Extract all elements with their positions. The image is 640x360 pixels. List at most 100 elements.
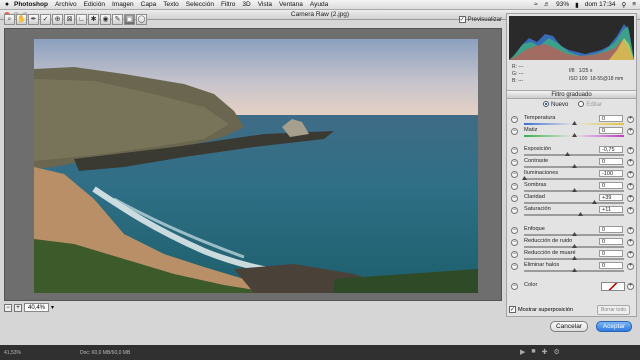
increase-icon[interactable]: + [627,171,634,178]
menu-ventana[interactable]: Ventana [279,1,303,8]
slider-claridad[interactable]: − Claridad +39 + [511,194,635,206]
decrease-icon[interactable]: − [511,183,518,190]
show-overlay-checkbox[interactable]: ✓ Mostrar superposición [509,306,573,313]
slider-reduccion-ruido[interactable]: − Reducción de ruido 0 + [511,238,635,250]
color-swatch[interactable] [601,282,625,291]
menu-clock[interactable]: dom 17:34 [585,1,616,8]
clear-all-button[interactable]: Borrar todo [597,305,631,315]
slider-value-field[interactable]: -100 [599,170,623,177]
slider-sombras[interactable]: − Sombras 0 + [511,182,635,194]
decrease-icon[interactable]: − [511,251,518,258]
slider-temperatura[interactable]: − Temperatura 0 + [511,115,635,127]
decrease-icon[interactable]: − [511,128,518,135]
increase-icon[interactable]: + [627,159,634,166]
timeline-settings-icon[interactable]: ⚙ [554,348,560,356]
decrease-icon[interactable]: − [511,195,518,202]
slider-value-field[interactable]: 0 [599,127,623,134]
slider-value-field[interactable]: 0 [599,115,623,122]
increase-icon[interactable]: + [627,128,634,135]
mode-new-radio[interactable]: Nuevo [543,101,568,108]
slider-exposicion[interactable]: − Exposición -0,75 + [511,146,635,158]
menu-archivo[interactable]: Archivo [55,1,77,8]
menu-ayuda[interactable]: Ayuda [310,1,328,8]
menu-imagen[interactable]: Imagen [112,1,134,8]
decrease-icon[interactable]: − [511,239,518,246]
increase-icon[interactable]: + [627,207,634,214]
increase-icon[interactable]: + [627,195,634,202]
menu-texto[interactable]: Texto [163,1,179,8]
slider-value-field[interactable]: 0 [599,238,623,245]
slider-contraste[interactable]: − Contraste 0 + [511,158,635,170]
zoom-out-button[interactable]: − [4,303,12,312]
crop-tool-icon[interactable]: ⊠ [64,14,75,25]
graduated-filter-tool-icon[interactable]: ▣ [124,14,135,25]
spot-removal-tool-icon[interactable]: ✱ [88,14,99,25]
red-eye-tool-icon[interactable]: ◉ [100,14,111,25]
list-icon[interactable]: ≡ [632,1,636,8]
slider-value-field[interactable]: +39 [599,194,623,201]
decrease-icon[interactable]: − [511,171,518,178]
increase-icon[interactable]: + [627,283,634,290]
zoom-dropdown-icon[interactable]: ▾ [51,304,54,311]
timeline-play-icon[interactable]: ▶ [520,348,525,356]
photo-preview[interactable] [34,39,478,293]
slider-matiz[interactable]: − Matiz 0 + [511,127,635,139]
battery-percent[interactable]: 93% [556,1,569,8]
hand-tool-icon[interactable]: ✋ [16,14,27,25]
timeline-stop-icon[interactable]: ■ [531,348,535,356]
slider-eliminar-halos[interactable]: − Eliminar halos 0 + [511,262,635,274]
wifi-icon[interactable]: ≈ [534,1,538,8]
menu-vista[interactable]: Vista [258,1,272,8]
slider-reduccion-muare[interactable]: − Reducción de muaré 0 + [511,250,635,262]
decrease-icon[interactable]: − [511,207,518,214]
slider-track[interactable] [524,178,624,180]
slider-track[interactable] [524,202,624,204]
zoom-in-button[interactable]: + [14,303,22,312]
slider-track[interactable] [524,154,624,156]
slider-value-field[interactable]: 0 [599,158,623,165]
increase-icon[interactable]: + [627,116,634,123]
decrease-icon[interactable]: − [511,116,518,123]
decrease-icon[interactable]: − [511,147,518,154]
slider-iluminaciones[interactable]: − Iluminaciones -100 + [511,170,635,182]
menu-filtro[interactable]: Filtro [221,1,235,8]
slider-value-field[interactable]: 0 [599,250,623,257]
battery-icon[interactable]: ▮ [575,1,579,9]
slider-value-field[interactable]: -0,75 [599,146,623,153]
slider-track[interactable] [524,214,624,216]
timeline-add-icon[interactable]: ✚ [542,348,548,356]
volume-icon[interactable]: ♬ [544,1,551,8]
slider-value-field[interactable]: 0 [599,226,623,233]
decrease-icon[interactable]: − [511,283,518,290]
increase-icon[interactable]: + [627,147,634,154]
straighten-tool-icon[interactable]: ∟ [76,14,87,25]
menu-app-name[interactable]: Photoshop [14,1,48,8]
slider-value-field[interactable]: +11 [599,206,623,213]
color-sampler-tool-icon[interactable]: ✓ [40,14,51,25]
apple-icon[interactable]: ● [0,1,14,8]
ok-button[interactable]: Aceptar [596,321,632,332]
increase-icon[interactable]: + [627,251,634,258]
decrease-icon[interactable]: − [511,159,518,166]
menu-3d[interactable]: 3D [242,1,250,8]
menu-capa[interactable]: Capa [141,1,157,8]
increase-icon[interactable]: + [627,263,634,270]
slider-value-field[interactable]: 0 [599,262,623,269]
slider-value-field[interactable]: 0 [599,182,623,189]
zoom-tool-icon[interactable]: ⌕ [4,14,15,25]
mode-edit-radio[interactable]: Editar [578,101,602,108]
search-icon[interactable]: ⚲ [621,1,626,9]
ps-zoom-level[interactable]: 41,53% [4,350,21,356]
decrease-icon[interactable]: − [511,227,518,234]
overlay-check-icon[interactable]: ✓ [509,306,516,313]
white-balance-tool-icon[interactable]: ✒ [28,14,39,25]
image-preview-area[interactable] [4,28,502,301]
cancel-button[interactable]: Cancelar [550,321,588,332]
increase-icon[interactable]: + [627,183,634,190]
preview-checkbox[interactable]: ✓ Previsualizar [458,16,502,23]
decrease-icon[interactable]: − [511,263,518,270]
preview-check-icon[interactable]: ✓ [458,16,466,23]
menu-edicion[interactable]: Edición [84,1,105,8]
radial-filter-tool-icon[interactable]: ◯ [136,14,147,25]
targeted-adjustment-tool-icon[interactable]: ⊕ [52,14,63,25]
